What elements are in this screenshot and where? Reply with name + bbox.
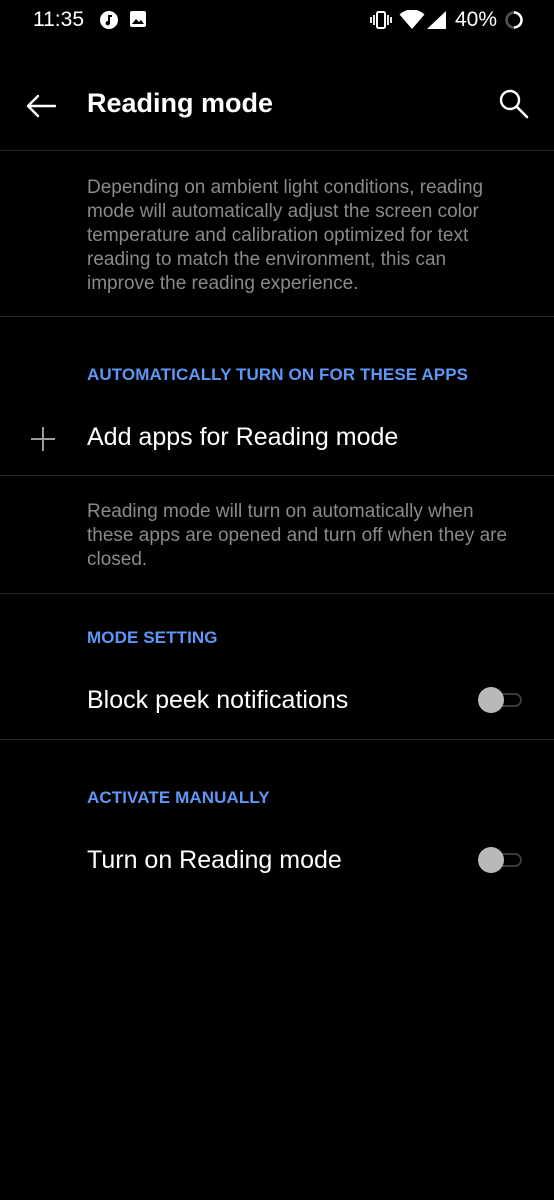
- divider: [0, 475, 554, 476]
- turn-on-reading-mode-label: Turn on Reading mode: [87, 846, 342, 874]
- description-line: improve the reading experience.: [87, 273, 359, 294]
- description-line: reading to match the environment, this c…: [87, 249, 447, 270]
- divider: [0, 316, 554, 317]
- auto-apps-description: Reading mode will turn on automatically …: [87, 500, 532, 572]
- block-peek-label: Block peek notifications: [87, 686, 349, 714]
- divider: [0, 739, 554, 740]
- back-button[interactable]: [22, 86, 62, 126]
- add-apps-row[interactable]: Add apps for Reading mode: [0, 403, 554, 473]
- battery-percent: 40%: [455, 8, 498, 31]
- description-line: mode will automatically adjust the scree…: [87, 201, 479, 222]
- search-button[interactable]: [494, 84, 534, 124]
- section-header-mode-setting: MODE SETTING: [87, 628, 218, 647]
- description-line: these apps are opened and turn off when …: [87, 525, 508, 546]
- divider: [0, 593, 554, 594]
- signal-icon: [426, 10, 448, 35]
- status-time: 11:35: [33, 8, 84, 31]
- app-bar: Reading mode: [0, 60, 554, 150]
- music-app-icon: [99, 10, 119, 35]
- image-app-icon: [129, 10, 147, 33]
- battery-icon: [504, 10, 524, 35]
- search-icon: [499, 89, 529, 119]
- turn-on-reading-mode-row[interactable]: Turn on Reading mode: [0, 826, 554, 896]
- wifi-icon: [399, 9, 425, 35]
- add-apps-label: Add apps for Reading mode: [87, 423, 399, 451]
- description-line: Reading mode will turn on automatically …: [87, 501, 474, 522]
- status-bar: 11:35 40%: [0, 0, 554, 42]
- section-header-auto-apps: AUTOMATICALLY TURN ON FOR THESE APPS: [87, 365, 469, 384]
- turn-on-reading-mode-toggle[interactable]: [476, 846, 524, 874]
- plus-icon: [30, 426, 56, 452]
- toggle-thumb: [478, 687, 504, 713]
- toggle-thumb: [478, 847, 504, 873]
- description-line: temperature and calibration optimized fo…: [87, 225, 469, 246]
- description-line: Depending on ambient light conditions, r…: [87, 177, 484, 198]
- vibrate-icon: [370, 10, 392, 35]
- description-line: closed.: [87, 549, 148, 570]
- divider: [0, 150, 554, 151]
- page-title: Reading mode: [87, 88, 274, 118]
- block-peek-row[interactable]: Block peek notifications: [0, 666, 554, 736]
- block-peek-toggle[interactable]: [476, 686, 524, 714]
- arrow-left-icon: [26, 94, 57, 118]
- section-header-activate-manually: ACTIVATE MANUALLY: [87, 788, 270, 807]
- reading-mode-description: Depending on ambient light conditions, r…: [87, 176, 532, 296]
